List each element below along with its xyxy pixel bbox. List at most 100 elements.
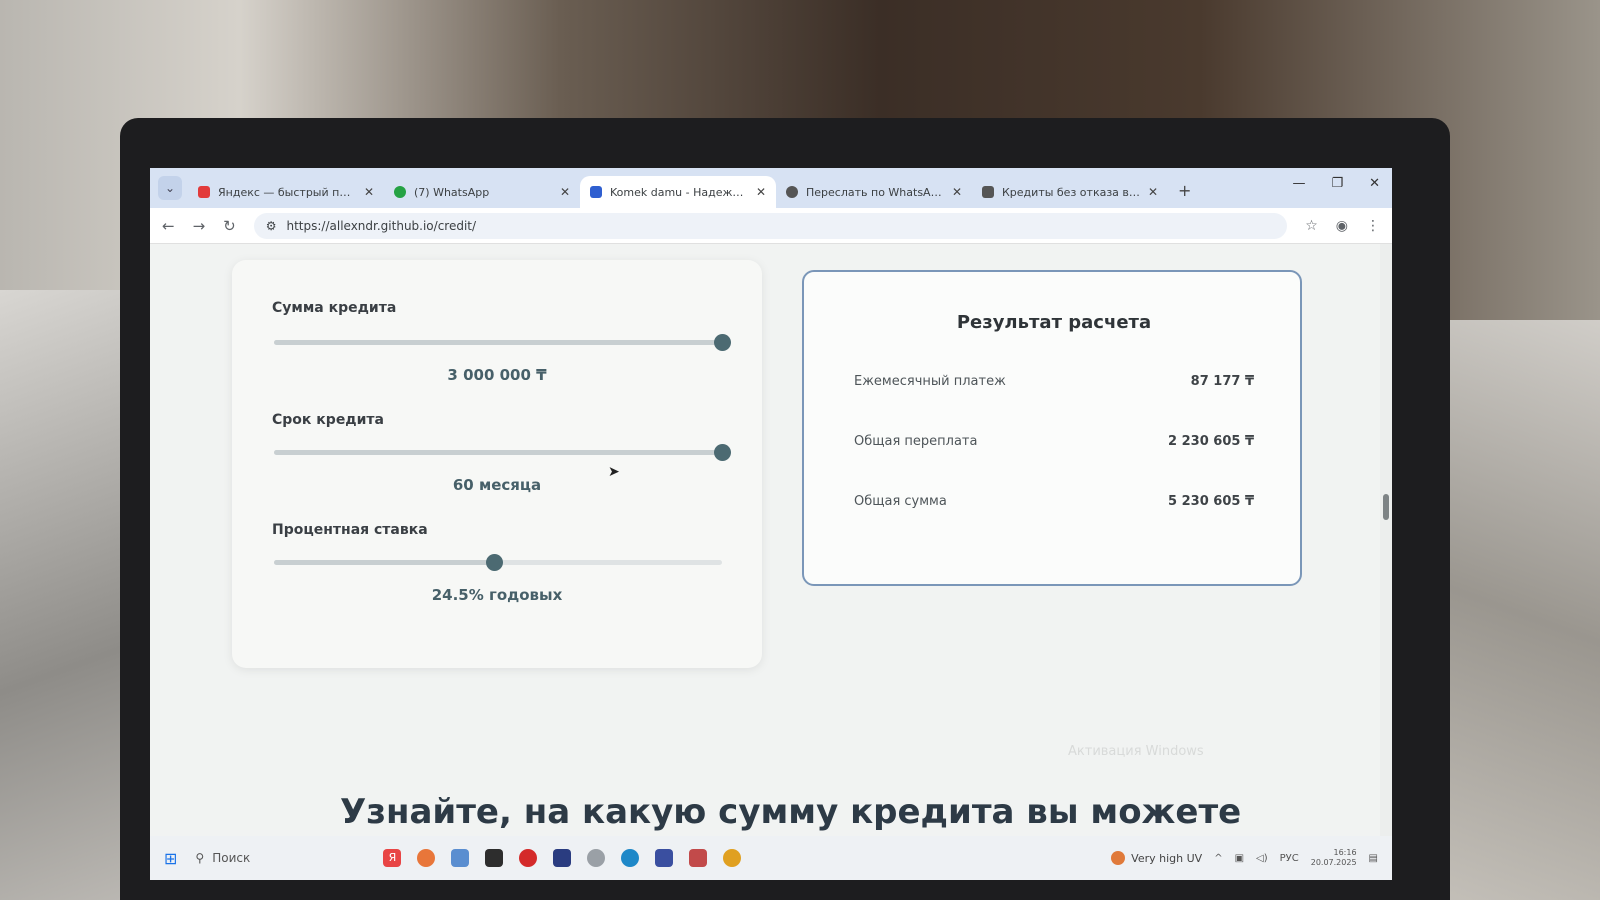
window-controls: — ❐ ✕ [1292,176,1380,191]
slider-fill [274,340,722,345]
calculator-card: Сумма кредита 3 000 000 ₸ Срок кредита 6… [232,260,762,668]
page-headline: Узнайте, на какую сумму кредита вы может… [340,792,1242,832]
url-text: https://allexndr.github.io/credit/ [286,218,477,233]
term-label: Срок кредита [272,412,384,428]
tab-whatsapp[interactable]: (7) WhatsApp ✕ [384,176,580,208]
amount-slider[interactable] [274,334,731,351]
network-icon[interactable]: ▣ [1235,853,1244,864]
result-label: Ежемесячный платеж [854,374,1006,389]
profile-icon[interactable]: ◉ [1336,218,1348,234]
windows-taskbar: ⊞ ⚲ Поиск Я Very high UV ^ ▣ ◁) РУС 16:1… [150,836,1392,880]
notifications-icon[interactable]: ▤ [1369,853,1378,864]
tab-search-icon[interactable]: ⌄ [158,176,182,200]
pdf-app-icon[interactable] [689,849,708,867]
result-value: 5 230 605 ₸ [1168,494,1254,509]
result-row: Ежемесячный платеж 87 177 ₸ [854,374,1254,389]
clock-date: 20.07.2025 [1310,858,1357,867]
yandex-icon [198,186,210,198]
result-label: Общая сумма [854,494,947,509]
tab-title: Кредиты без отказа в Казахст [1002,185,1140,199]
browser-toolbar: ← → ↻ ⚙ https://allexndr.github.io/credi… [150,208,1392,244]
result-row: Общая переплата 2 230 605 ₸ [854,434,1254,449]
close-icon[interactable]: ✕ [756,185,766,199]
tab-strip: ⌄ Яндекс — быстрый поиск в и ✕ (7) Whats… [150,168,1392,208]
close-icon[interactable]: ✕ [560,185,570,199]
result-row: Общая сумма 5 230 605 ₸ [854,494,1254,509]
volume-icon[interactable]: ◁) [1256,853,1268,864]
result-value: 2 230 605 ₸ [1168,434,1254,449]
edge-icon[interactable] [621,849,640,867]
tab-yandex[interactable]: Яндекс — быстрый поиск в и ✕ [188,176,384,208]
close-icon[interactable]: ✕ [1148,185,1158,199]
mail-icon[interactable] [451,849,470,867]
tab-title: Переслать по WhatsApp [806,185,944,199]
site-settings-icon[interactable]: ⚙ [266,219,277,233]
minimize-icon[interactable]: — [1292,176,1305,191]
back-arrow-icon[interactable]: ← [162,217,175,235]
close-window-icon[interactable]: ✕ [1369,176,1380,191]
page-icon [982,186,994,198]
shield-app-icon[interactable] [553,849,572,867]
system-tray: Very high UV ^ ▣ ◁) РУС 16:16 20.07.2025… [1111,848,1378,868]
tab-komek-damu[interactable]: Komek damu - Надежное кред ✕ [580,176,776,208]
reload-icon[interactable]: ↻ [223,217,236,235]
result-label: Общая переплата [854,434,978,449]
scrollbar-thumb[interactable] [1383,494,1389,520]
slider-thumb[interactable] [714,334,731,351]
page-content: Сумма кредита 3 000 000 ₸ Срок кредита 6… [150,244,1392,836]
chevron-up-icon[interactable]: ^ [1214,853,1222,864]
slider-thumb[interactable] [485,554,503,571]
restore-icon[interactable]: ❐ [1331,176,1343,191]
tab-forward-whatsapp[interactable]: Переслать по WhatsApp ✕ [776,176,972,208]
firefox-icon[interactable] [417,849,436,867]
sun-icon [1111,851,1126,865]
whatsapp-app-icon[interactable] [587,849,606,867]
app-icon[interactable] [485,849,504,867]
clock[interactable]: 16:16 20.07.2025 [1311,848,1357,868]
rate-slider[interactable] [274,554,722,571]
page-scrollbar[interactable] [1380,244,1392,836]
close-icon[interactable]: ✕ [364,185,374,199]
address-bar[interactable]: ⚙ https://allexndr.github.io/credit/ [253,212,1288,239]
taskbar-apps: Я [383,849,742,867]
result-title: Результат расчета [956,312,1152,333]
globe-icon [786,186,798,198]
search-icon: ⚲ [195,851,205,865]
weather-widget[interactable]: Very high UV [1111,851,1202,865]
rate-value: 24.5% годовых [431,586,563,604]
term-slider[interactable] [274,444,731,461]
bookmark-star-icon[interactable]: ☆ [1305,218,1318,234]
result-value: 87 177 ₸ [1190,374,1254,389]
language-indicator[interactable]: РУС [1280,853,1299,864]
weather-text: Very high UV [1131,851,1203,865]
result-card: Результат расчета Ежемесячный платеж 87 … [802,270,1302,586]
slider-fill [274,450,722,455]
amount-label: Сумма кредита [272,300,397,316]
rate-label: Процентная ставка [272,522,428,538]
mouse-cursor-icon: ➤ [608,464,620,480]
close-icon[interactable]: ✕ [952,185,962,199]
tab-credits[interactable]: Кредиты без отказа в Казахст ✕ [972,176,1168,208]
slider-thumb[interactable] [714,444,731,461]
page-icon [590,186,602,198]
new-tab-button[interactable]: + [1168,181,1201,208]
opera-icon[interactable] [519,849,538,867]
menu-dots-icon[interactable]: ⋮ [1366,218,1380,234]
windows-start-icon[interactable]: ⊞ [164,849,177,868]
forward-arrow-icon[interactable]: → [193,217,206,235]
taskbar-search[interactable]: ⚲ Поиск [195,851,345,865]
whatsapp-icon [394,186,406,198]
tab-title: Яндекс — быстрый поиск в и [218,185,356,199]
chrome-icon[interactable] [723,849,742,867]
clock-time: 16:16 [1333,848,1357,857]
windows-activation-watermark: Активация Windows [1068,744,1204,759]
defender-icon[interactable] [655,849,674,867]
amount-value: 3 000 000 ₸ [447,366,547,384]
term-value: 60 месяца [452,476,542,494]
slider-fill [274,560,494,565]
laptop-screen: ⌄ Яндекс — быстрый поиск в и ✕ (7) Whats… [150,168,1392,880]
yandex-browser-icon[interactable]: Я [383,849,402,867]
tab-title: (7) WhatsApp [414,185,490,199]
taskbar-search-label: Поиск [212,851,251,865]
tab-title: Komek damu - Надежное кред [610,185,748,199]
